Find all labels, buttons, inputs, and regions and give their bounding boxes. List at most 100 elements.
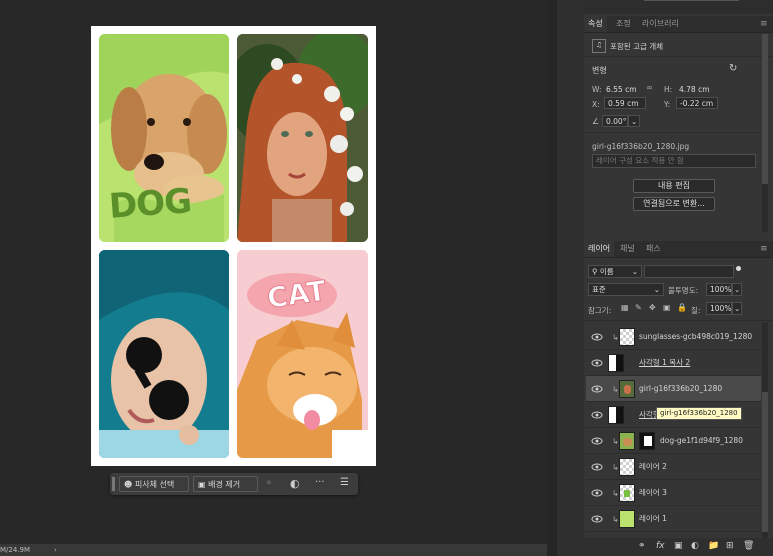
tab-layers[interactable]: 레이어 <box>584 241 615 257</box>
girl-illustration <box>237 34 368 242</box>
layer-thumbnail <box>608 406 624 424</box>
filter-toggle[interactable] <box>736 266 741 271</box>
layer-name[interactable]: dog-ge1f1d94f9_1280 <box>660 428 743 454</box>
link-icon[interactable]: ⚭ <box>638 541 646 551</box>
opacity-input[interactable]: 100% <box>706 283 732 296</box>
link-icon[interactable]: ∞ <box>646 83 653 92</box>
tab-channels[interactable]: 채널 <box>616 241 639 257</box>
fx-icon[interactable]: fx <box>656 541 665 551</box>
lock-image-icon[interactable]: ✎ <box>635 303 642 312</box>
new-layer-icon[interactable]: ⊞ <box>726 541 734 551</box>
eye-icon[interactable] <box>591 462 603 472</box>
lock-position-icon[interactable]: ✥ <box>649 303 656 312</box>
layer-mask-thumbnail <box>639 432 655 450</box>
tab-libraries[interactable]: 라이브러리 <box>638 16 683 32</box>
layer-name[interactable]: girl-g16f336b20_1280 <box>639 376 722 402</box>
fill-input[interactable]: 100% <box>706 302 732 315</box>
settings-icon[interactable]: ☰ <box>340 477 349 488</box>
filter-kind-select[interactable]: ⚲ 이름 ⌄ <box>588 265 642 278</box>
dog-photo: DOG <box>99 34 229 242</box>
y-label: Y: <box>664 100 671 109</box>
mask-icon[interactable]: ▣ <box>674 541 683 551</box>
drag-handle[interactable] <box>112 477 115 491</box>
layer-name[interactable]: sunglasses-gcb498c019_1280 <box>639 324 752 350</box>
layers-scrollbar[interactable] <box>762 322 768 538</box>
trash-icon[interactable]: 🗑 <box>743 541 754 551</box>
contextual-task-bar: ☻ 피사체 선택 ▣ 배경 제거 ◦ ◐ ··· ☰ <box>110 473 358 495</box>
layer-row[interactable]: 사각형 1 복사 2 <box>586 350 761 376</box>
person-icon: ☻ <box>124 480 133 489</box>
girl-photo <box>237 34 368 242</box>
layer-row[interactable]: ↳ 레이어 2 <box>586 454 761 480</box>
smart-object-icon: ♫ <box>592 39 606 53</box>
folder-icon[interactable]: 📁 <box>708 541 719 551</box>
eye-icon[interactable] <box>591 332 603 342</box>
layer-row[interactable]: ↳ dog-ge1f1d94f9_1280 <box>586 428 761 454</box>
fill-chevron-icon[interactable]: ⌄ <box>732 302 742 315</box>
transform-icon[interactable]: ◦ <box>266 478 272 489</box>
angle-input[interactable]: 0.00° <box>602 115 628 127</box>
eye-icon[interactable] <box>591 384 603 394</box>
divider <box>584 132 764 133</box>
layer-row[interactable]: ↳ sunglasses-gcb498c019_1280 <box>586 324 761 350</box>
reset-icon[interactable]: ↻ <box>729 63 737 74</box>
adjustment-icon[interactable]: ◐ <box>290 477 300 490</box>
canvas-area[interactable]: DOG CAT ☻ 피사체 선택 ▣ 배경 제거 ◦ ◐ ··· ☰ <box>0 0 547 544</box>
layer-name[interactable]: 레이어 3 <box>639 480 667 506</box>
blend-mode-select[interactable]: 표준 ⌄ <box>588 283 664 296</box>
document-canvas[interactable]: DOG CAT <box>91 26 376 466</box>
angle-dropdown-chevron-icon[interactable]: ⌄ <box>628 115 640 127</box>
clipping-icon: ↳ <box>612 333 619 342</box>
search-icon: ⚲ <box>592 267 598 276</box>
layer-row[interactable]: ↳ 레이어 1 <box>586 506 761 532</box>
scroll-thumb[interactable] <box>762 392 768 532</box>
layer-thumbnail <box>619 380 635 398</box>
layer-name[interactable]: 레이어 2 <box>639 454 667 480</box>
opacity-label: 불투명도: <box>668 286 699 295</box>
filter-search-input[interactable] <box>644 265 734 278</box>
opacity-chevron-icon[interactable]: ⌄ <box>732 283 742 296</box>
status-arrow-icon[interactable]: › <box>54 544 57 556</box>
lock-artboard-icon[interactable]: ▣ <box>663 303 671 312</box>
layer-thumbnail <box>619 484 635 502</box>
layer-name[interactable]: 사각형 1 복사 2 <box>639 350 690 376</box>
panel-menu-icon[interactable]: ≡ <box>756 16 772 32</box>
eye-icon[interactable] <box>591 358 603 368</box>
lock-transparent-icon[interactable]: ▦ <box>621 303 629 312</box>
object-type-label: 포함된 고급 개체 <box>610 42 664 51</box>
layer-row-selected[interactable]: ↳ girl-g16f336b20_1280 <box>586 376 761 402</box>
adjustment-icon[interactable]: ◐ <box>691 541 699 551</box>
edit-contents-button[interactable]: 내용 편집 <box>633 179 715 193</box>
y-input[interactable]: -0.22 cm <box>676 97 718 109</box>
eye-icon[interactable] <box>591 436 603 446</box>
tab-adjustments[interactable]: 조정 <box>612 16 635 32</box>
panel-menu-icon[interactable]: ≡ <box>756 241 772 257</box>
eye-icon[interactable] <box>591 488 603 498</box>
tab-properties[interactable]: 속성 <box>584 16 607 32</box>
layer-comp-select[interactable]: 레이어 구성 요소 적용 안 함 <box>592 154 756 168</box>
h-value[interactable]: 4.78 cm <box>679 85 710 94</box>
eye-icon[interactable] <box>591 410 603 420</box>
w-label: W: <box>592 85 602 94</box>
scroll-hint <box>644 0 739 1</box>
layer-row[interactable]: ↳ 레이어 3 <box>586 480 761 506</box>
tab-paths[interactable]: 패스 <box>642 241 665 257</box>
x-input[interactable]: 0.59 cm <box>604 97 646 109</box>
scroll-thumb[interactable] <box>762 34 768 184</box>
lock-all-icon[interactable]: 🔒 <box>677 303 687 312</box>
panel-dock-strip <box>557 0 584 556</box>
x-label: X: <box>592 100 600 109</box>
select-subject-button[interactable]: ☻ 피사체 선택 <box>119 476 189 492</box>
remove-background-button[interactable]: ▣ 배경 제거 <box>193 476 258 492</box>
angle-icon: ∠ <box>592 117 600 126</box>
properties-scrollbar[interactable] <box>762 34 768 232</box>
divider <box>584 56 773 57</box>
layer-name[interactable]: 레이어 1 <box>639 506 667 532</box>
clipping-icon: ↳ <box>612 385 619 394</box>
convert-to-linked-button[interactable]: 연결됨으로 변환... <box>633 197 715 211</box>
clipping-icon: ↳ <box>612 437 619 446</box>
linked-filename: girl-g16f336b20_1280.jpg <box>592 142 690 151</box>
eye-icon[interactable] <box>591 514 603 524</box>
w-value[interactable]: 6.55 cm <box>606 85 637 94</box>
more-options-button[interactable]: ··· <box>315 477 325 488</box>
